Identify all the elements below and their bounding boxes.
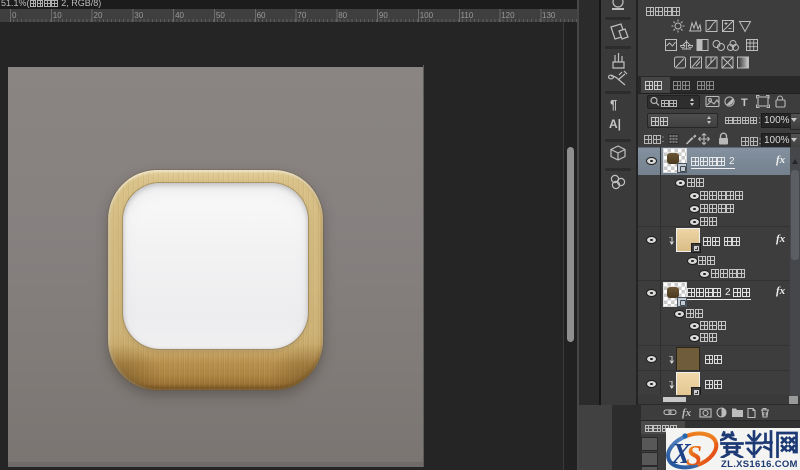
- svg-text:S: S: [686, 440, 702, 470]
- svg-text:T: T: [741, 97, 748, 108]
- svg-text:fx: fx: [682, 407, 692, 419]
